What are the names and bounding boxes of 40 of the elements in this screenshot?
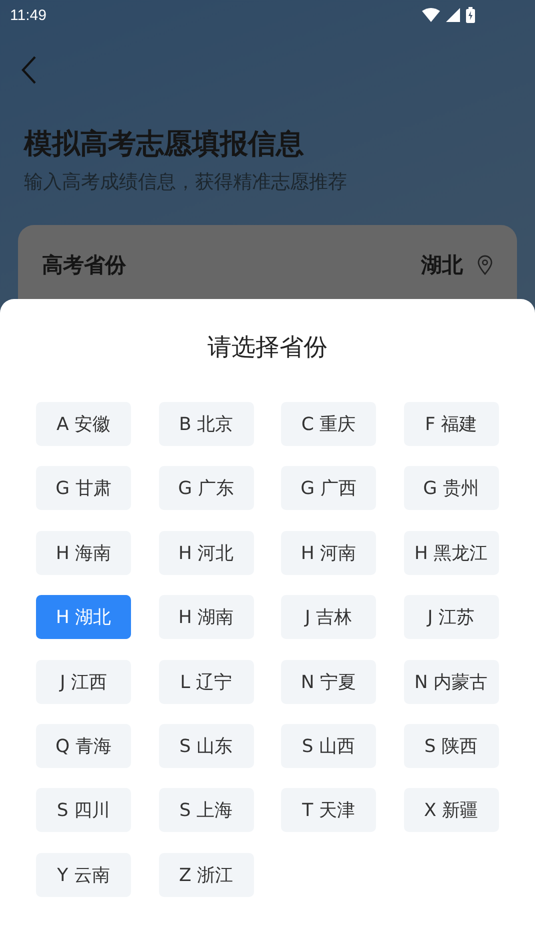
province-button[interactable]: H 河南 bbox=[281, 530, 376, 575]
province-button[interactable]: Q 青海 bbox=[36, 724, 131, 768]
province-button[interactable]: B 北京 bbox=[158, 402, 254, 446]
province-button[interactable]: H 海南 bbox=[36, 530, 131, 575]
field-label: 高考省份 bbox=[42, 252, 128, 279]
province-button[interactable]: H 河北 bbox=[158, 530, 254, 575]
province-button[interactable]: H 黑龙江 bbox=[404, 530, 498, 575]
province-button[interactable]: H 湖北 bbox=[36, 595, 131, 640]
province-button[interactable]: G 贵州 bbox=[404, 466, 498, 510]
province-button[interactable]: H 湖南 bbox=[158, 595, 254, 640]
province-button[interactable]: N 内蒙古 bbox=[404, 660, 498, 704]
province-button[interactable]: G 甘肃 bbox=[36, 466, 131, 510]
province-button[interactable]: Y 云南 bbox=[36, 852, 131, 897]
province-button[interactable]: F 福建 bbox=[404, 402, 498, 446]
page-title: 模拟高考志愿填报信息 bbox=[24, 126, 305, 162]
province-button[interactable]: T 天津 bbox=[281, 788, 376, 832]
province-button[interactable]: S 上海 bbox=[158, 788, 254, 832]
province-button[interactable]: J 江西 bbox=[36, 660, 131, 704]
province-button[interactable]: J 江苏 bbox=[404, 595, 498, 640]
back-icon[interactable] bbox=[20, 55, 38, 85]
province-button[interactable]: S 山西 bbox=[281, 724, 376, 768]
province-button[interactable]: G 广东 bbox=[158, 466, 254, 510]
province-button[interactable]: S 四川 bbox=[36, 788, 131, 832]
province-button[interactable]: S 山东 bbox=[158, 724, 254, 768]
battery-icon bbox=[466, 7, 475, 23]
province-button[interactable]: G 广西 bbox=[281, 466, 376, 510]
province-button[interactable]: Z 浙江 bbox=[158, 852, 254, 897]
province-button[interactable]: S 陕西 bbox=[404, 724, 498, 768]
wifi-icon bbox=[422, 8, 440, 22]
sheet-title: 请选择省份 bbox=[206, 332, 328, 363]
page-subtitle: 输入高考成绩信息，获得精准志愿推荐 bbox=[24, 170, 348, 195]
province-button[interactable]: L 辽宁 bbox=[158, 660, 254, 704]
location-pin-icon[interactable] bbox=[477, 255, 493, 275]
province-button[interactable]: X 新疆 bbox=[404, 788, 498, 832]
province-button[interactable]: N 宁夏 bbox=[281, 660, 376, 704]
province-button[interactable]: C 重庆 bbox=[281, 402, 376, 446]
status-time: 11:49 bbox=[10, 6, 46, 24]
province-button[interactable]: J 吉林 bbox=[281, 595, 376, 640]
signal-icon bbox=[446, 8, 460, 22]
province-button[interactable]: A 安徽 bbox=[36, 402, 131, 446]
